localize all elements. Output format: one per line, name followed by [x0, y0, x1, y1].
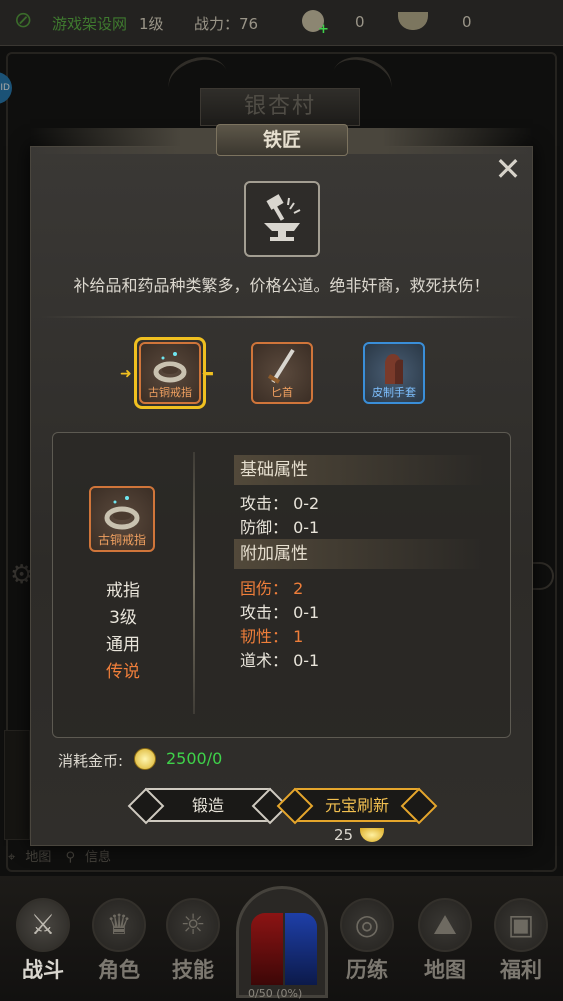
- dialog-title: 铁匠: [216, 124, 348, 156]
- crossed-swords-icon: ⚔: [16, 898, 70, 952]
- item-quality: 传说: [106, 662, 140, 682]
- bottom-navigation: ⚔ 战斗 ♛ 角色 ☼ 技能 ◎ 历练 ⛰ 地图 ▣ 福利 0/50 (0%): [0, 876, 563, 1001]
- nav-skill[interactable]: ☼ 技能: [158, 898, 228, 988]
- center-gate[interactable]: [236, 886, 328, 998]
- refresh-button-label: 元宝刷新: [324, 796, 389, 815]
- item-type: 戒指: [106, 581, 140, 601]
- anvil-icon: [244, 181, 320, 257]
- map-icon: ⛰: [418, 898, 472, 952]
- shop-description: 补给品和药品种类繁多，价格公道。绝非奸商，救死扶伤！: [73, 276, 490, 295]
- combat-power: 战力：76: [194, 15, 259, 33]
- site-label: 游戏架设网: [52, 15, 128, 33]
- refresh-cost: 25: [334, 826, 354, 844]
- exp-progress: 0/50 (0%): [248, 987, 303, 1000]
- attr-attack: 攻击： 0-2: [240, 494, 320, 513]
- nav-label: 技能: [172, 958, 214, 982]
- red-portal: [251, 913, 283, 985]
- logo-icon: ⊘: [14, 8, 33, 33]
- item-level: 3级: [109, 608, 137, 628]
- forge-button-label: 锻造: [191, 796, 224, 815]
- close-icon[interactable]: ✕: [494, 153, 522, 185]
- base-attrs-heading: 基础属性: [234, 455, 484, 485]
- forge-button[interactable]: 锻造: [145, 788, 271, 822]
- nav-label: 历练: [346, 958, 388, 982]
- attr-defense: 防御： 0-1: [240, 518, 320, 537]
- item-label: 匕首: [271, 386, 293, 399]
- item-label: 古铜戒指: [148, 386, 192, 399]
- attr-extra-attack: 攻击： 0-1: [240, 603, 320, 622]
- attr-toughness: 韧性： 1: [240, 627, 304, 646]
- gold-count: 0: [462, 13, 472, 31]
- arrow-right-icon: ➜: [120, 366, 132, 382]
- nav-character[interactable]: ♛ 角色: [84, 898, 154, 988]
- extra-attrs-heading: 附加属性: [234, 539, 484, 569]
- item-slot-dagger[interactable]: 匕首: [251, 342, 313, 404]
- attr-fixed-damage: 固伤： 2: [240, 579, 304, 598]
- game-screen: ⊘ 游戏架设网 1级 战力：76 + 0 0 银杏村 ID ⚙ ⌖ 地图 ⚲ 信息 …: [0, 0, 563, 1001]
- cost-value: 2500/0: [166, 749, 223, 768]
- nav-map[interactable]: ⛰ 地图: [410, 898, 480, 988]
- gold-coin-icon: [134, 748, 156, 770]
- ingot-icon: [398, 12, 428, 30]
- top-status-bar: ⊘ 游戏架设网 1级 战力：76 + 0 0: [0, 0, 563, 46]
- divider: [40, 316, 523, 318]
- ingot-refresh-button[interactable]: 元宝刷新: [294, 788, 420, 822]
- attr-taoism: 道术： 0-1: [240, 651, 320, 670]
- training-icon: ◎: [340, 898, 394, 952]
- nav-welfare[interactable]: ▣ 福利: [486, 898, 556, 988]
- skill-icon: ☼: [166, 898, 220, 952]
- arrow-left-icon: ⬅: [202, 366, 214, 382]
- copper-count: 0: [355, 13, 365, 31]
- detail-item-label: 古铜戒指: [97, 533, 146, 547]
- nav-label: 地图: [424, 958, 466, 982]
- nav-label: 战斗: [22, 958, 64, 982]
- detail-item-icon: 古铜戒指: [89, 486, 155, 552]
- nav-training[interactable]: ◎ 历练: [332, 898, 402, 988]
- panel-divider: [193, 452, 195, 714]
- nav-battle[interactable]: ⚔ 战斗: [8, 898, 78, 988]
- player-level: 1级: [139, 15, 164, 33]
- item-label: 皮制手套: [372, 386, 416, 399]
- item-slot-leather-gloves[interactable]: 皮制手套: [363, 342, 425, 404]
- item-slot-bronze-ring[interactable]: 古铜戒指: [139, 342, 201, 404]
- blue-portal: [285, 913, 317, 985]
- cost-label: 消耗金币:: [58, 752, 124, 770]
- character-icon: ♛: [92, 898, 146, 952]
- item-class: 通用: [106, 635, 140, 655]
- nav-label: 福利: [500, 958, 542, 982]
- nav-label: 角色: [98, 958, 140, 982]
- chest-icon: ▣: [494, 898, 548, 952]
- add-copper-icon[interactable]: +: [318, 22, 329, 37]
